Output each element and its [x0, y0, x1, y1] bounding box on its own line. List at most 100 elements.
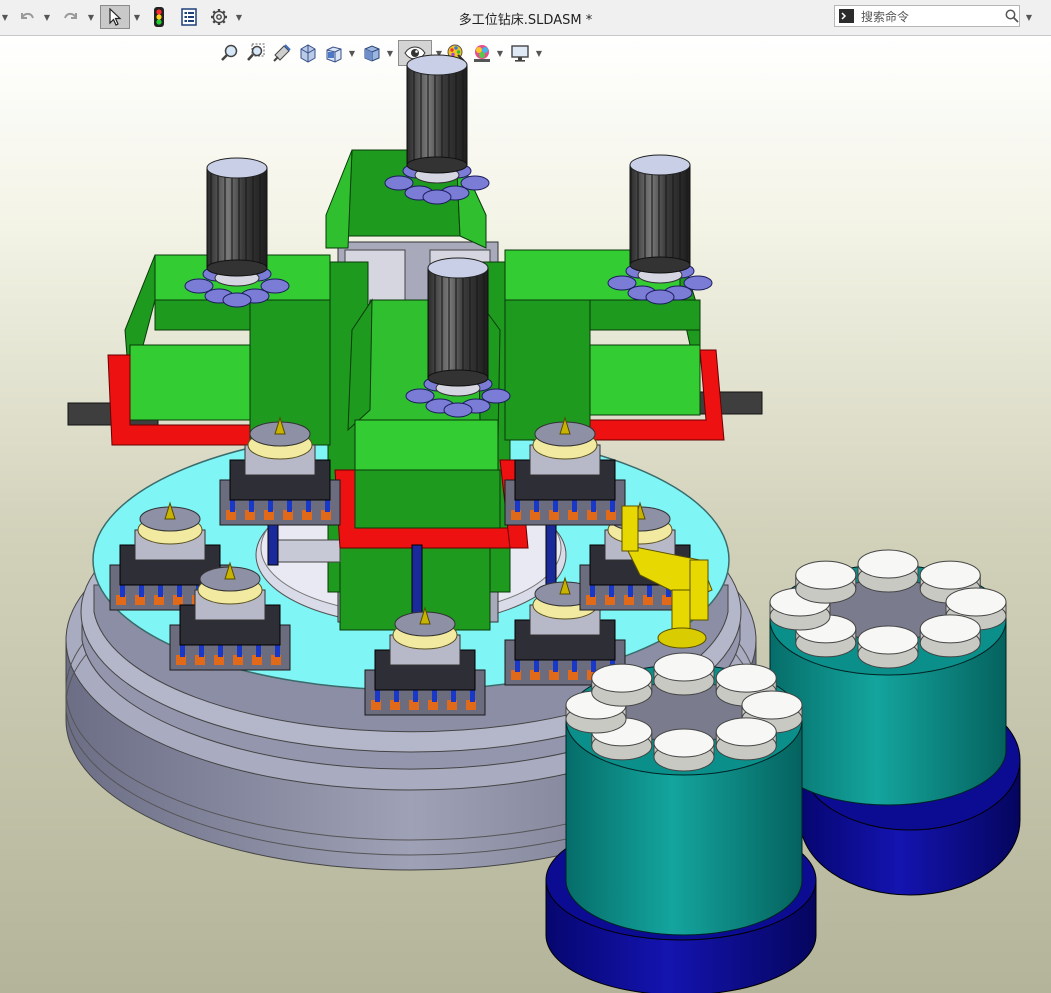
workpiece-top	[945, 587, 1007, 617]
clamp-blue	[591, 660, 596, 672]
clamp-blue	[177, 585, 182, 597]
traffic-light-icon	[154, 7, 164, 27]
workpiece-top	[919, 614, 981, 644]
clamp-blue	[553, 500, 558, 512]
search-commands-box[interactable]	[834, 5, 1020, 27]
select-pointer-icon	[109, 8, 122, 26]
clamp-blue	[451, 690, 456, 702]
clamp-blue	[287, 500, 292, 512]
workpiece-top	[653, 728, 715, 758]
workpiece-top	[741, 690, 803, 720]
motor-ribs	[207, 168, 267, 268]
motor-cap	[206, 157, 268, 179]
clamp-blue	[413, 690, 418, 702]
clamp-blue	[268, 500, 273, 512]
file-properties-button[interactable]	[176, 5, 202, 29]
motor-bottom	[406, 156, 468, 174]
clamp-blue	[237, 645, 242, 657]
clamp-blue	[230, 500, 235, 512]
workpiece	[795, 560, 857, 604]
search-input[interactable]	[859, 7, 1003, 27]
clamp-blue	[275, 645, 280, 657]
redo-chevron-down-icon[interactable]: ▼	[86, 5, 96, 29]
workpiece-top	[919, 560, 981, 590]
undo-button[interactable]	[14, 5, 40, 29]
clamp-blue	[139, 585, 144, 597]
clamp-blue	[647, 585, 652, 597]
motor-cap	[427, 257, 489, 279]
drill-head-left	[107, 254, 331, 446]
flange-disc	[422, 189, 452, 205]
clamp-blue	[180, 645, 185, 657]
clamp-blue	[572, 660, 577, 672]
flange-disc	[645, 289, 675, 305]
title-bar: ▼ ▼ ▼ ▼ ▼ 多工位钻床.SLDASM * 搜索命令 ▼	[0, 0, 1051, 36]
workpiece-top	[715, 717, 777, 747]
clamp-blue	[609, 585, 614, 597]
clamp-blue	[610, 500, 615, 512]
clamp-blue	[515, 500, 520, 512]
menu-chevron-down-icon[interactable]: ▼	[0, 5, 10, 29]
clamp-blue	[470, 690, 475, 702]
clamp-blue	[199, 645, 204, 657]
motor-bottom	[629, 256, 691, 274]
redo-icon	[64, 12, 77, 19]
workpiece-top	[795, 560, 857, 590]
motor-cap	[406, 54, 468, 76]
command-prompt-icon	[839, 9, 854, 23]
search-icon[interactable]	[1005, 9, 1019, 23]
select-chevron-down-icon[interactable]: ▼	[132, 5, 142, 29]
clamp-blue	[628, 585, 633, 597]
graphics-viewport[interactable]: ▼ ▼ ▼ ▼ ▼	[0, 36, 1051, 993]
clamp-blue	[534, 500, 539, 512]
clamp-blue	[306, 500, 311, 512]
clamp-blue	[375, 690, 380, 702]
workpiece	[919, 614, 981, 658]
workpiece-top	[857, 549, 919, 579]
assembly-model[interactable]	[0, 36, 1051, 993]
flange-disc	[443, 402, 473, 418]
motor-cap	[629, 154, 691, 176]
workpiece-top	[591, 663, 653, 693]
clamp-blue	[432, 690, 437, 702]
workpiece	[653, 728, 715, 772]
clamp-blue	[158, 585, 163, 597]
motor-bottom	[427, 369, 489, 387]
workpiece	[653, 652, 715, 696]
clamp-blue	[218, 645, 223, 657]
clamp-blue	[553, 660, 558, 672]
motor-bottom	[206, 259, 268, 277]
select-button[interactable]	[100, 5, 130, 29]
clamp-blue	[394, 690, 399, 702]
clamp-blue	[249, 500, 254, 512]
clamp-blue	[534, 660, 539, 672]
rebuild-button[interactable]	[146, 5, 172, 29]
clamp-blue	[256, 645, 261, 657]
spindle-motor	[184, 157, 290, 308]
clamp-blue	[120, 585, 125, 597]
workpiece	[857, 549, 919, 593]
options-button[interactable]	[206, 5, 232, 29]
workpiece	[715, 717, 777, 761]
flange-disc	[222, 292, 252, 308]
search-chevron-down-icon[interactable]: ▼	[1024, 5, 1034, 29]
motor-ribs	[630, 165, 690, 265]
redo-button[interactable]	[58, 5, 84, 29]
file-properties-icon	[181, 8, 197, 26]
undo-icon	[21, 12, 34, 19]
workpiece-top	[653, 652, 715, 682]
motor-ribs	[428, 268, 488, 378]
options-chevron-down-icon[interactable]: ▼	[234, 5, 244, 29]
workpiece-top	[857, 625, 919, 655]
spindle-motor	[607, 154, 713, 305]
spindle-motor	[384, 54, 490, 205]
workpiece	[857, 625, 919, 669]
workpiece-top	[715, 663, 777, 693]
workpiece	[591, 663, 653, 707]
undo-chevron-down-icon[interactable]: ▼	[42, 5, 52, 29]
clamp-blue	[590, 585, 595, 597]
gear-icon	[211, 9, 227, 25]
clamp-blue	[515, 660, 520, 672]
clamp-blue	[572, 500, 577, 512]
clamp-blue	[591, 500, 596, 512]
